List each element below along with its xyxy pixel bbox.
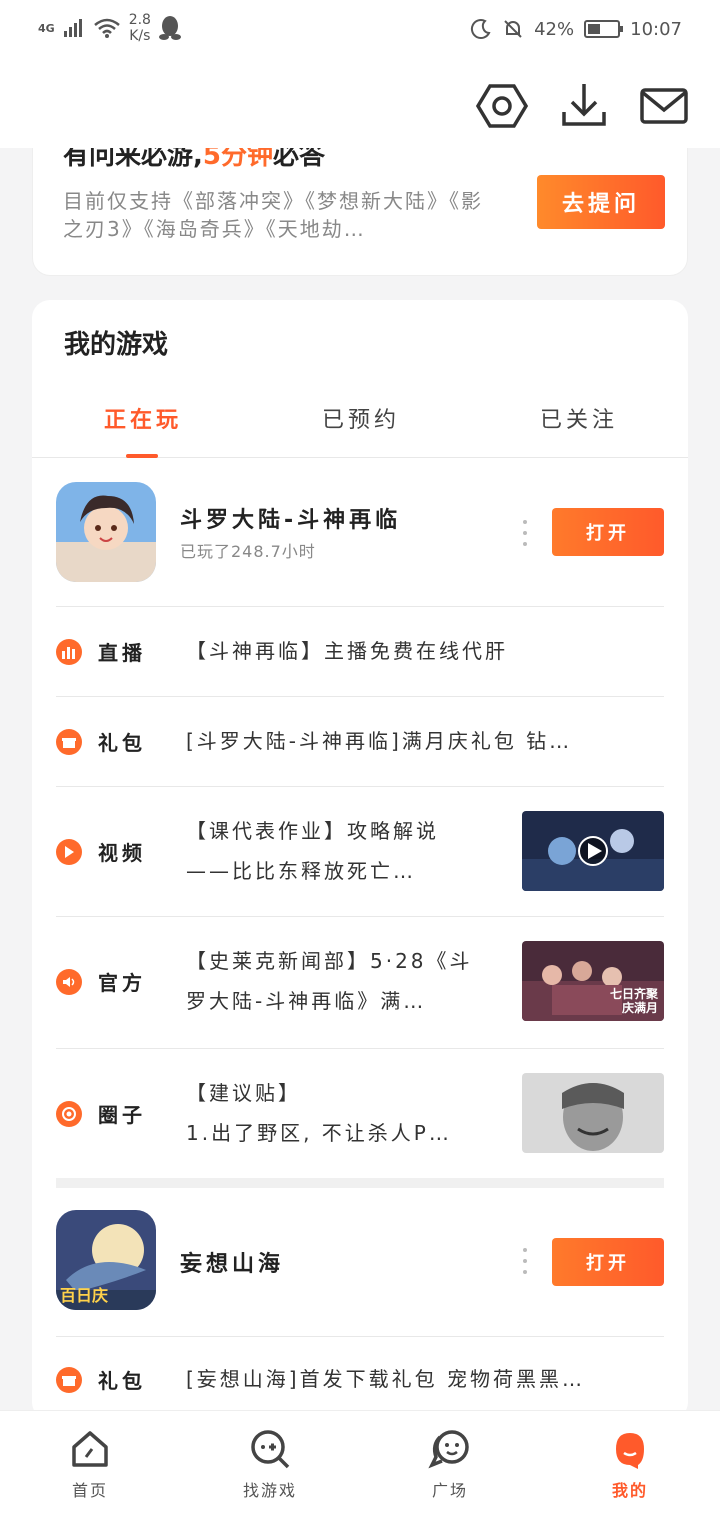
- mail-icon[interactable]: [638, 82, 690, 130]
- feed-label: 礼包: [98, 1369, 146, 1393]
- clock: 10:07: [630, 18, 682, 40]
- download-icon[interactable]: [558, 82, 610, 130]
- battery-icon: [584, 20, 624, 38]
- feed-text-line2: 罗大陆-斗神再临》满…: [186, 989, 427, 1013]
- game-icon-wangxiang[interactable]: 百日庆: [56, 1210, 156, 1310]
- battery-percent: 42%: [534, 18, 575, 40]
- speed-value: 2.8: [128, 12, 151, 28]
- nav-label: 首页: [71, 1481, 108, 1500]
- thumb-caption: 七日齐聚 庆满月: [609, 987, 658, 1015]
- tab-playing[interactable]: 正在玩: [104, 402, 182, 434]
- qa-description: 目前仅支持《部落冲突》《梦想新大陆》《影之刃3》《海岛奇兵》《天地劫…: [63, 189, 483, 241]
- feed-label: 圈子: [98, 1103, 146, 1127]
- feed-label: 直播: [98, 641, 146, 665]
- active-tab-indicator: [126, 454, 158, 458]
- wifi-icon: [93, 18, 120, 38]
- feed-text-line1: 【建议贴】: [186, 1081, 301, 1105]
- feed-gift[interactable]: 礼包 [斗罗大陆-斗神再临]满月庆礼包 钻…: [56, 696, 664, 786]
- nav-find-game[interactable]: 找游戏: [220, 1427, 320, 1501]
- profile-icon: [616, 1433, 644, 1469]
- play-time: 已玩了248.7小时: [180, 542, 316, 561]
- feed-video[interactable]: 视频 【课代表作业】攻略解说 ——比比东释放死亡…: [56, 786, 664, 916]
- open-game-button[interactable]: 打开: [552, 508, 664, 556]
- qq-icon: [158, 16, 181, 40]
- feed-text-line1: 【史莱克新闻部】5·28《斗: [186, 949, 473, 973]
- status-left: 4G 2.8 K/s: [38, 12, 181, 44]
- my-games-card: 我的游戏 正在玩 已预约 已关注 斗罗大陆-斗神再临 已玩了248.7小时 打开…: [32, 300, 688, 1420]
- video-icon: [56, 839, 82, 865]
- game-row-douluo[interactable]: 斗罗大陆-斗神再临 已玩了248.7小时 打开: [56, 468, 664, 588]
- circle-icon: [56, 1101, 82, 1127]
- game-icon-badge: 百日庆: [60, 1286, 109, 1305]
- nav-profile[interactable]: 我的: [580, 1427, 680, 1501]
- gift-icon: [56, 1367, 82, 1393]
- open-game-button[interactable]: 打开: [552, 1238, 664, 1286]
- nav-home[interactable]: 首页: [40, 1427, 140, 1501]
- square-chat-icon: [428, 1430, 469, 1469]
- more-options-icon[interactable]: [522, 520, 528, 546]
- feed-circle[interactable]: 圈子 【建议贴】 1.出了野区, 不让杀人P…: [56, 1048, 664, 1178]
- feed-text-line1: 【课代表作业】攻略解说: [186, 819, 439, 843]
- feed-text: 【斗神再临】主播免费在线代肝: [186, 639, 508, 663]
- feed-gift-2[interactable]: 礼包 [妄想山海]首发下载礼包 宠物荷黑黑…: [56, 1336, 664, 1420]
- cell-signal-icon: [63, 19, 82, 37]
- circle-thumbnail[interactable]: [522, 1073, 664, 1153]
- feed-text-line2: 1.出了野区, 不让杀人P…: [186, 1121, 452, 1145]
- section-divider: [56, 1178, 664, 1188]
- video-thumbnail[interactable]: [522, 811, 664, 891]
- feed-text: [妄想山海]首发下载礼包 宠物荷黑黑…: [186, 1367, 585, 1391]
- feed-label: 官方: [98, 971, 146, 995]
- find-game-icon: [251, 1430, 290, 1469]
- settings-icon[interactable]: [476, 82, 528, 130]
- game-icon-douluo[interactable]: [56, 482, 156, 582]
- moon-icon: [471, 19, 491, 40]
- feed-text: [斗罗大陆-斗神再临]满月庆礼包 钻…: [186, 729, 573, 753]
- tab-reserved[interactable]: 已预约: [322, 402, 400, 434]
- feed-label: 视频: [98, 841, 146, 865]
- network-type: 4G: [38, 21, 55, 35]
- speaker-icon: [56, 969, 82, 995]
- mute-bell-icon: [504, 20, 522, 38]
- live-icon: [56, 639, 82, 665]
- official-thumbnail[interactable]: 七日齐聚 庆满月: [522, 941, 664, 1021]
- network-speed: 2.8 K/s: [129, 12, 151, 44]
- my-games-tabs: 正在玩 已预约 已关注: [32, 390, 688, 458]
- nav-label: 找游戏: [242, 1481, 297, 1500]
- top-header: [0, 62, 720, 148]
- more-options-icon[interactable]: [522, 1248, 528, 1274]
- game-row-wangxiang[interactable]: 百日庆 妄想山海 打开: [56, 1196, 664, 1316]
- gift-icon: [56, 729, 82, 755]
- home-icon: [72, 1431, 108, 1467]
- nav-label: 广场: [431, 1481, 468, 1500]
- game-name: 妄想山海: [180, 1252, 285, 1277]
- status-right: 42% 10:07: [470, 18, 682, 40]
- nav-square[interactable]: 广场: [400, 1427, 500, 1501]
- speed-unit: K/s: [129, 28, 151, 44]
- feed-label: 礼包: [98, 731, 146, 755]
- nav-label: 我的: [611, 1481, 648, 1500]
- status-bar: 4G 2.8 K/s 42% 10:07: [0, 0, 720, 62]
- bottom-nav: 首页 找游戏 广场 我的: [0, 1410, 720, 1520]
- my-games-title: 我的游戏: [64, 330, 169, 360]
- feed-text-line2: ——比比东释放死亡…: [186, 859, 416, 883]
- ask-question-button[interactable]: 去提问: [537, 175, 665, 229]
- feed-live[interactable]: 直播 【斗神再临】主播免费在线代肝: [56, 606, 664, 696]
- game-name: 斗罗大陆-斗神再临: [180, 508, 402, 533]
- feed-official[interactable]: 官方 【史莱克新闻部】5·28《斗 罗大陆-斗神再临》满… 七日齐聚 庆满月: [56, 916, 664, 1048]
- tab-followed[interactable]: 已关注: [540, 402, 618, 434]
